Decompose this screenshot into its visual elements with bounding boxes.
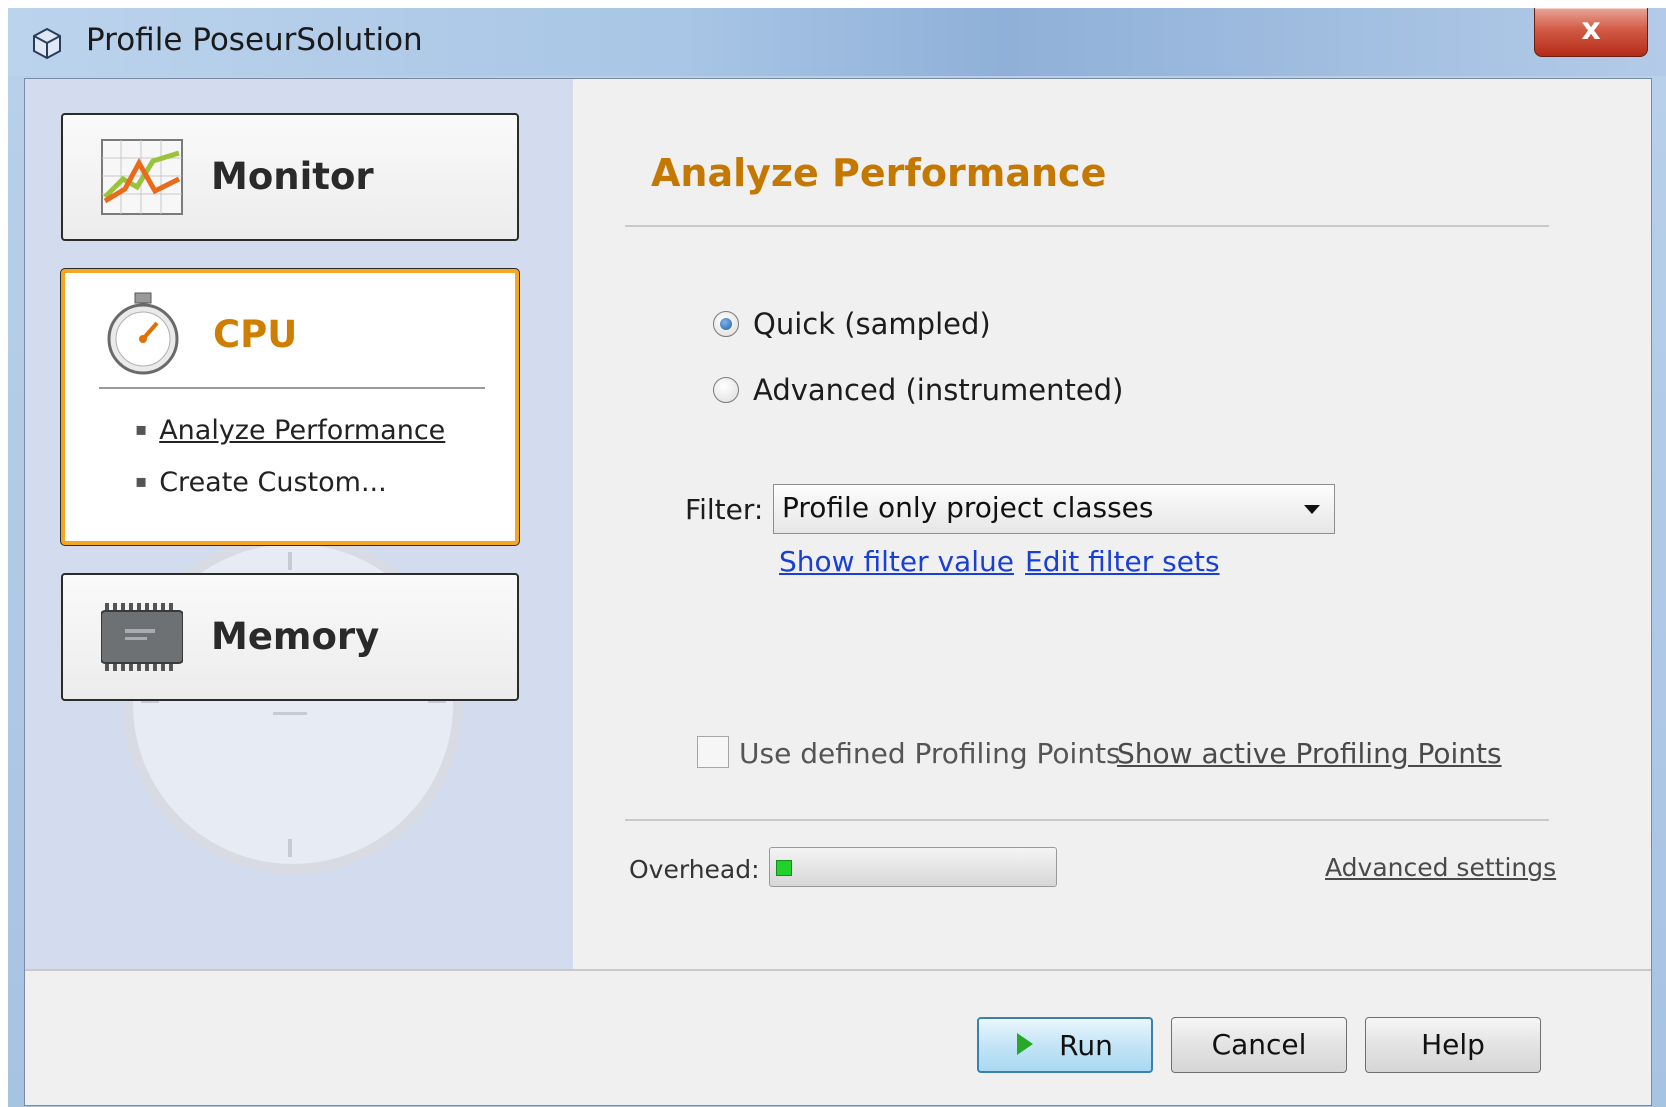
- overhead-meter-fill: [776, 860, 792, 876]
- bullet-icon: ▪: [135, 419, 148, 440]
- cancel-button-label: Cancel: [1211, 1028, 1307, 1061]
- title-divider: [625, 225, 1549, 227]
- radio-advanced[interactable]: [713, 377, 739, 403]
- category-memory-label: Memory: [211, 615, 380, 658]
- help-button-label: Help: [1421, 1028, 1485, 1061]
- category-memory[interactable]: Memory: [61, 573, 519, 701]
- cube-icon: [33, 27, 61, 60]
- chevron-down-icon: [1304, 505, 1320, 514]
- cancel-button[interactable]: Cancel: [1171, 1017, 1347, 1073]
- close-button[interactable]: x: [1534, 8, 1648, 57]
- profile-dialog-window: Profile PoseurSolution x Monitor CPU ▪ A…: [8, 8, 1666, 1107]
- category-monitor[interactable]: Monitor: [61, 113, 519, 241]
- title-bar[interactable]: Profile PoseurSolution x: [8, 8, 1666, 76]
- use-profiling-points-option[interactable]: Use defined Profiling Points: [697, 736, 1121, 771]
- window-title: Profile PoseurSolution: [86, 22, 423, 58]
- close-icon: x: [1581, 12, 1601, 47]
- filter-dropdown[interactable]: Profile only project classes: [773, 484, 1335, 534]
- cpu-item-label: Analyze Performance: [159, 415, 446, 446]
- overhead-divider: [625, 819, 1549, 821]
- category-monitor-label: Monitor: [211, 155, 374, 198]
- radio-quick[interactable]: [713, 311, 739, 337]
- monitor-chart-icon: [101, 139, 183, 215]
- option-quick-label: Quick (sampled): [753, 307, 991, 341]
- run-button[interactable]: Run: [977, 1017, 1153, 1073]
- use-profiling-points-checkbox[interactable]: [697, 736, 729, 768]
- dialog-content: Monitor CPU ▪ Analyze Performance ▪ Create: [24, 78, 1652, 1106]
- button-bar: Run Cancel Help: [25, 969, 1651, 1105]
- option-advanced-instrumented[interactable]: Advanced (instrumented): [713, 373, 1123, 407]
- advanced-settings-link[interactable]: Advanced settings: [1325, 853, 1556, 882]
- show-active-profiling-points-link[interactable]: Show active Profiling Points: [1117, 737, 1502, 770]
- memory-chip-icon: [101, 603, 183, 671]
- overhead-meter: [769, 847, 1057, 887]
- settings-panel: Analyze Performance Quick (sampled) Adva…: [573, 79, 1651, 969]
- play-icon: [1017, 1033, 1034, 1055]
- category-separator: [99, 387, 485, 389]
- category-cpu[interactable]: CPU ▪ Analyze Performance ▪ Create Custom.…: [61, 269, 519, 545]
- show-filter-value-link[interactable]: Show filter value: [779, 545, 1014, 578]
- panel-title: Analyze Performance: [651, 151, 1107, 195]
- category-cpu-label: CPU: [213, 313, 298, 356]
- run-button-label: Run: [1059, 1029, 1113, 1062]
- help-button[interactable]: Help: [1365, 1017, 1541, 1073]
- bullet-icon: ▪: [135, 471, 148, 492]
- cpu-item-create-custom[interactable]: ▪ Create Custom...: [135, 467, 387, 498]
- option-advanced-label: Advanced (instrumented): [753, 373, 1124, 407]
- category-sidebar: Monitor CPU ▪ Analyze Performance ▪ Create: [25, 79, 573, 969]
- option-quick-sampled[interactable]: Quick (sampled): [713, 307, 991, 341]
- stopwatch-icon: [107, 292, 179, 375]
- cpu-item-label: Create Custom...: [159, 467, 387, 498]
- filter-value: Profile only project classes: [782, 491, 1154, 524]
- edit-filter-sets-link[interactable]: Edit filter sets: [1025, 545, 1220, 578]
- cpu-item-analyze-performance[interactable]: ▪ Analyze Performance: [135, 415, 445, 446]
- overhead-label: Overhead:: [629, 855, 760, 884]
- use-profiling-points-label: Use defined Profiling Points: [739, 737, 1121, 770]
- filter-label: Filter:: [685, 493, 764, 526]
